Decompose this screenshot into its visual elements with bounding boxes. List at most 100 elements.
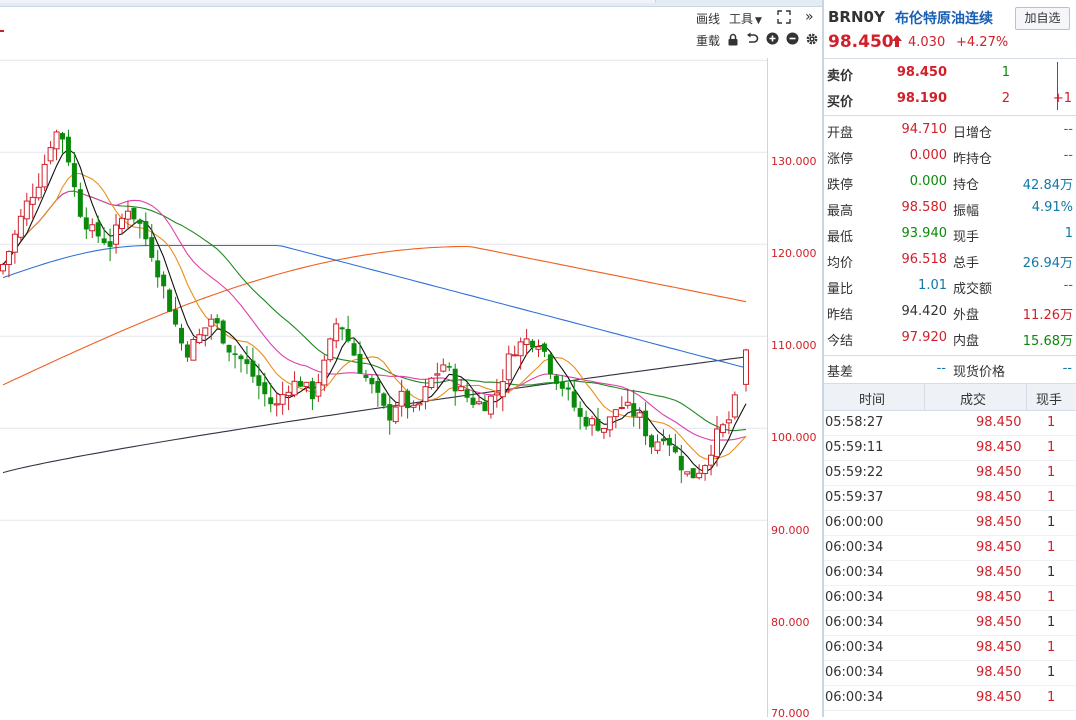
trade-row: 06:00:34 98.450 1 <box>824 636 1076 661</box>
price-plot[interactable] <box>0 58 768 717</box>
candle <box>232 345 238 369</box>
candle <box>487 394 494 419</box>
stat-label: 日增仓 <box>953 126 993 141</box>
kline-chart-area[interactable]: 画线 工具 ▼ » 重载 130.000 120.000 110.000 100.… <box>0 0 822 720</box>
candle <box>291 371 298 398</box>
candle <box>643 402 649 445</box>
fullscreen-icon[interactable] <box>777 10 791 24</box>
candle <box>333 317 340 349</box>
trade-price: 98.450 <box>976 465 1022 480</box>
chart-corner-marker <box>0 30 4 32</box>
candle <box>65 129 71 166</box>
candle <box>77 182 83 219</box>
candle <box>190 337 197 361</box>
stat-value: 42.84万 <box>1022 178 1073 193</box>
trade-price: 98.450 <box>976 690 1022 705</box>
settings-gear-icon[interactable] <box>805 32 819 46</box>
candle <box>149 223 155 262</box>
stat-label: 跌停 <box>827 178 854 193</box>
separator <box>824 355 1076 356</box>
trade-volume: 1 <box>1047 440 1056 455</box>
undo-icon[interactable] <box>746 32 760 46</box>
candle <box>511 345 518 357</box>
ask-label: 卖价 <box>827 69 854 84</box>
candle <box>523 328 530 355</box>
candle <box>11 229 18 264</box>
trade-volume: 1 <box>1047 490 1056 505</box>
candle <box>327 337 334 363</box>
candle <box>387 395 393 435</box>
candle <box>600 427 607 439</box>
y-tick-label: 70.000 <box>771 707 810 720</box>
candle <box>309 377 315 411</box>
stat-label: 最低 <box>827 230 854 245</box>
candle <box>595 407 601 432</box>
top-scrollbar[interactable] <box>0 0 822 7</box>
candle <box>606 416 613 438</box>
trade-volume: 1 <box>1047 690 1056 705</box>
draw-line-button[interactable]: 画线 <box>696 10 720 27</box>
stat-label: 外盘 <box>953 308 980 323</box>
trade-time: 06:00:00 <box>825 515 884 530</box>
quote-panel: BRN0Y 布伦特原油连续 加自选 98.450 4.030 +4.27% 卖价… <box>824 0 1076 717</box>
stat-value: -- <box>1063 122 1073 137</box>
trade-price: 98.450 <box>976 440 1022 455</box>
scrollbar-thumb[interactable] <box>0 0 656 3</box>
stat-label: 涨停 <box>827 152 854 167</box>
header-divider <box>1026 384 1027 410</box>
bid-label: 买价 <box>827 95 854 110</box>
candlestick-svg <box>0 59 767 521</box>
candle <box>143 212 149 247</box>
tools-menu-button[interactable]: 工具 ▼ <box>729 10 762 27</box>
reload-button[interactable]: 重载 <box>696 32 720 49</box>
stat-value: 26.94万 <box>1022 256 1073 271</box>
candle <box>731 391 738 420</box>
trade-volume: 1 <box>1047 465 1056 480</box>
candle <box>0 262 6 275</box>
candle <box>244 345 250 375</box>
stat-label: 现手 <box>953 230 980 245</box>
candle <box>672 433 678 454</box>
candle <box>196 328 203 345</box>
trade-time: 06:00:34 <box>825 640 884 655</box>
candle <box>256 363 262 400</box>
candle <box>279 381 286 415</box>
candle <box>583 410 589 430</box>
trade-volume: 1 <box>1047 590 1056 605</box>
trade-price: 98.450 <box>976 565 1022 580</box>
trade-row: 06:00:34 98.450 1 <box>824 561 1076 586</box>
trade-price: 98.450 <box>976 640 1022 655</box>
trade-row: 06:00:00 98.450 1 <box>824 511 1076 536</box>
ma60-line <box>2 244 747 369</box>
trade-time: 06:00:34 <box>825 590 884 605</box>
candle <box>398 379 405 417</box>
candle <box>708 444 715 476</box>
candle <box>440 358 447 373</box>
trade-time: 06:00:34 <box>825 615 884 630</box>
trade-row: 05:59:22 98.450 1 <box>824 461 1076 486</box>
y-tick-label: 80.000 <box>771 616 810 629</box>
up-arrow-icon <box>891 34 903 52</box>
candle <box>107 228 113 262</box>
zoom-in-icon[interactable] <box>766 32 780 46</box>
zoom-out-icon[interactable] <box>786 32 800 46</box>
stat-label: 昨持仓 <box>953 152 993 167</box>
lock-icon[interactable] <box>727 33 741 47</box>
y-tick-label: 110.000 <box>771 339 817 352</box>
y-tick-label: 100.000 <box>771 431 817 444</box>
candle <box>250 347 256 383</box>
candle <box>29 183 36 219</box>
caret-down-icon: ▼ <box>755 16 762 26</box>
stat-value: 94.420 <box>901 304 948 319</box>
candle <box>618 396 625 410</box>
separator <box>824 58 1076 59</box>
candle <box>446 362 452 372</box>
ask-price: 98.450 <box>896 65 947 80</box>
trade-row: 06:00:34 98.450 1 <box>824 661 1076 686</box>
candle <box>547 352 553 380</box>
trade-price: 98.450 <box>976 415 1022 430</box>
collapse-panel-icon[interactable]: » <box>805 9 819 25</box>
add-watchlist-button[interactable]: 加自选 <box>1015 7 1070 30</box>
basis-value: -- <box>936 361 946 376</box>
candle <box>589 415 596 436</box>
